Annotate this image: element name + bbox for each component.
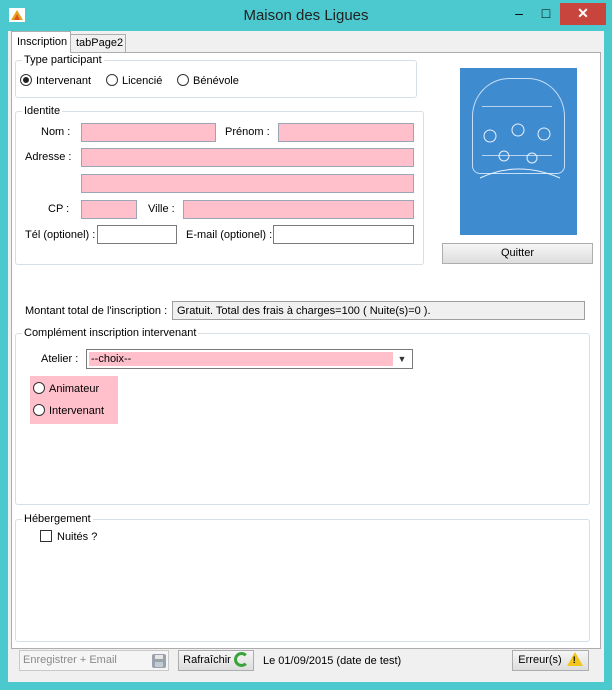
email-input[interactable] (273, 225, 414, 244)
quitter-button[interactable]: Quitter (442, 243, 593, 264)
tel-label: Tél (optionel) : (25, 229, 96, 241)
montant-value: Gratuit. Total des frais à charges=100 (… (172, 301, 585, 320)
hebergement-title: Hébergement (22, 512, 93, 526)
radio-animateur[interactable]: Animateur (33, 381, 99, 397)
nom-label: Nom : (41, 126, 71, 138)
radio-role-intervenant-label: Intervenant (49, 405, 105, 417)
radio-intervenant-indicator[interactable] (20, 74, 32, 86)
identite-group: Identite Nom : Prénom : Adresse : CP : V… (15, 104, 424, 265)
radio-benevole[interactable]: Bénévole (177, 73, 239, 89)
event-poster-image (460, 68, 577, 235)
errors-button[interactable]: Erreur(s)! (512, 650, 589, 671)
ville-input[interactable] (183, 200, 414, 219)
radio-animateur-label: Animateur (49, 383, 100, 395)
radio-licencie-label: Licencié (122, 75, 163, 87)
radio-licencie[interactable]: Licencié (106, 73, 162, 89)
tab-page2[interactable]: tabPage2 (70, 34, 126, 53)
adresse-line2-input[interactable] (81, 174, 414, 193)
chevron-down-icon[interactable]: ▼ (395, 351, 409, 367)
cp-input[interactable] (81, 200, 137, 219)
ville-label: Ville : (148, 203, 175, 215)
type-participant-title: Type participant (22, 53, 104, 67)
nom-input[interactable] (81, 123, 216, 142)
cp-label: CP : (48, 203, 70, 215)
minimize-button[interactable]: – (506, 3, 532, 25)
tab-panel-inscription: Type participant Intervenant Licencié Bé… (11, 52, 601, 649)
atelier-label: Atelier : (41, 353, 79, 365)
save-disk-icon (152, 654, 166, 668)
atelier-select[interactable]: --choix-- ▼ (86, 349, 413, 369)
radio-benevole-indicator[interactable] (177, 74, 189, 86)
register-email-button: Enregistrer + Email (19, 650, 169, 671)
radio-licencie-indicator[interactable] (106, 74, 118, 86)
close-button[interactable]: ✕ (560, 3, 606, 25)
tab-inscription[interactable]: Inscription (11, 31, 71, 53)
prenom-input[interactable] (278, 123, 414, 142)
radio-intervenant-label: Intervenant (36, 75, 92, 87)
poster-figures-icon (479, 123, 561, 179)
refresh-icon (233, 652, 249, 667)
complement-title: Complément inscription intervenant (22, 326, 199, 340)
warning-icon: ! (566, 652, 583, 666)
bottom-bar: Enregistrer + Email Rafraîchir Le 01/09/… (8, 650, 604, 682)
tab-strip: Inscription tabPage2 (8, 31, 604, 53)
app-window: Maison des Ligues – □ ✕ Inscription tabP… (0, 0, 612, 690)
radio-animateur-indicator[interactable] (33, 382, 45, 394)
status-date: Le 01/09/2015 (date de test) (263, 655, 402, 667)
radio-role-intervenant[interactable]: Intervenant (33, 403, 104, 419)
radio-benevole-label: Bénévole (193, 75, 239, 87)
montant-label: Montant total de l'inscription : (25, 305, 168, 317)
nuites-checkbox[interactable]: Nuités ? (40, 530, 97, 544)
role-panel: Animateur Intervenant (30, 376, 118, 424)
identite-title: Identite (22, 104, 63, 118)
refresh-label: Rafraîchir (183, 654, 231, 666)
radio-role-intervenant-indicator[interactable] (33, 404, 45, 416)
register-email-label: Enregistrer + Email (23, 654, 117, 666)
tel-input[interactable] (97, 225, 177, 244)
radio-intervenant[interactable]: Intervenant (20, 73, 91, 89)
nuites-checkbox-box[interactable] (40, 530, 52, 542)
maximize-button[interactable]: □ (533, 3, 559, 25)
errors-label: Erreur(s) (518, 654, 562, 666)
adresse-line1-input[interactable] (81, 148, 414, 167)
type-participant-group: Type participant Intervenant Licencié Bé… (15, 53, 417, 98)
window-client-area: Inscription tabPage2 Type participant In… (8, 31, 604, 682)
refresh-button[interactable]: Rafraîchir (178, 650, 254, 671)
prenom-label: Prénom : (225, 126, 270, 138)
email-label: E-mail (optionel) : (186, 229, 273, 241)
nuites-label: Nuités ? (57, 531, 98, 543)
hebergement-group: Hébergement Nuités ? (15, 512, 590, 642)
adresse-label: Adresse : (25, 151, 72, 163)
atelier-selected-value: --choix-- (89, 352, 393, 366)
title-bar[interactable]: Maison des Ligues – □ ✕ (0, 0, 612, 31)
